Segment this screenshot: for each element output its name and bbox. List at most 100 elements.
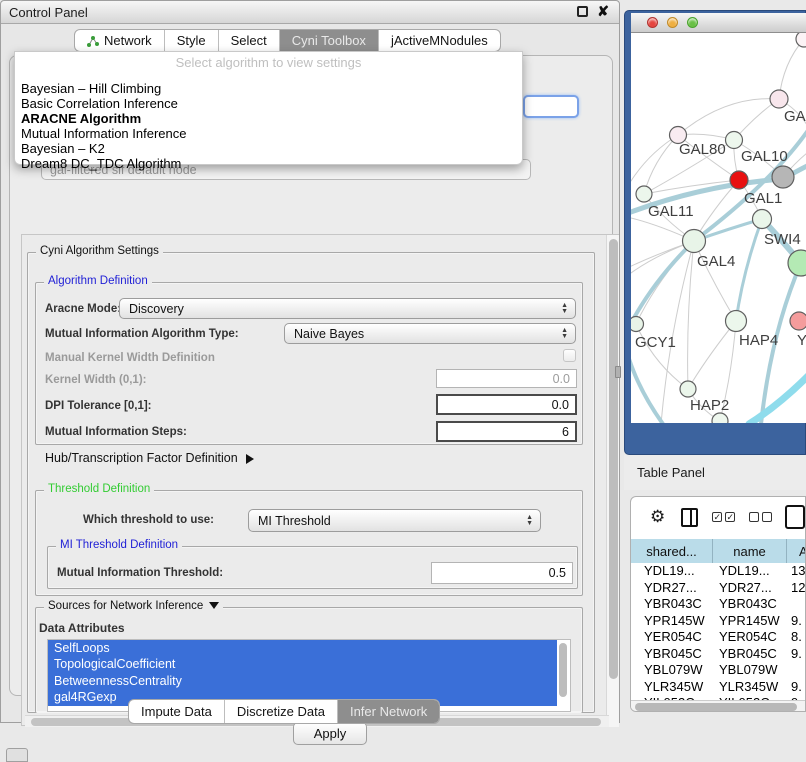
dropdown-item[interactable]: Basic Correlation Inference (15, 96, 522, 111)
network-edge[interactable] (631, 345, 663, 423)
split-columns-icon[interactable] (681, 508, 698, 527)
stepper-arrows-icon: ▲▼ (561, 303, 568, 314)
network-edge[interactable] (749, 375, 806, 423)
zoom-traffic-light-icon[interactable] (687, 17, 698, 28)
table-row[interactable]: YDL19...YDL19...13 (631, 563, 806, 580)
panel-splitter-handle[interactable] (615, 366, 621, 378)
dropdown-item[interactable]: ARACNE Algorithm (15, 111, 522, 126)
mi-algorithm-type-select[interactable]: Naive Bayes ▲▼ (284, 323, 576, 344)
dropdown-item[interactable]: Bayesian – Hill Climbing (15, 81, 522, 96)
network-node-gal4[interactable] (683, 230, 706, 253)
mi-steps-field[interactable]: 6 (436, 421, 577, 442)
list-scrollbar-thumb[interactable] (559, 643, 567, 697)
kernel-width-field[interactable]: 0.0 (436, 369, 577, 388)
table-cell: YBL079W (713, 662, 787, 679)
close-icon[interactable]: ✘ (597, 3, 609, 20)
gear-icon[interactable]: ⚙ (650, 507, 665, 527)
network-node[interactable] (712, 413, 728, 423)
table-cell: YBR043C (713, 596, 787, 613)
manual-kernel-width-checkbox[interactable] (563, 349, 576, 362)
table-row[interactable]: YBR045CYBR045C9. (631, 646, 806, 663)
table-row[interactable]: YBR043CYBR043C (631, 596, 806, 613)
network-node[interactable] (772, 166, 794, 188)
control-panel-titlebar[interactable]: Control Panel ✘ (1, 1, 619, 24)
deselect-all-checkboxes-icon[interactable] (749, 512, 772, 522)
network-node[interactable] (796, 33, 806, 47)
table-cell: YBR045C (713, 646, 787, 663)
table-horizontal-scrollbar[interactable] (631, 700, 806, 712)
table-header-row: shared...nameA (631, 539, 806, 563)
aracne-mode-select[interactable]: Discovery ▲▼ (119, 298, 576, 319)
app-root: { "colors": { "selection_blue": "#3a6fd8… (0, 0, 806, 762)
table-panel-title: Table Panel (624, 465, 705, 480)
dpi-tolerance-field[interactable]: 0.0 (436, 394, 577, 415)
table-row[interactable]: YER054CYER054C8. (631, 629, 806, 646)
network-window-titlebar[interactable] (631, 13, 806, 33)
network-node-gal[interactable] (770, 90, 788, 108)
tab-discretize-data[interactable]: Discretize Data (225, 700, 338, 723)
select-all-checkboxes-icon[interactable]: ✓✓ (712, 512, 735, 522)
tab-select[interactable]: Select (219, 30, 280, 51)
network-node-gal1[interactable] (730, 171, 748, 189)
tab-infer-network[interactable]: Infer Network (338, 700, 439, 723)
network-edge[interactable] (736, 219, 762, 321)
network-edge[interactable] (779, 39, 804, 99)
network-node-hap4[interactable] (726, 311, 747, 332)
apply-button[interactable]: Apply (293, 722, 367, 745)
dropdown-item[interactable]: Bayesian – K2 (15, 141, 522, 156)
node-label: GAL10 (741, 148, 788, 165)
table-row[interactable]: YLR345WYLR345W9. (631, 679, 806, 696)
network-node-y[interactable] (790, 312, 806, 330)
tab-jactivemnodules[interactable]: jActiveMNodules (379, 30, 500, 51)
data-attribute-item[interactable]: TopologicalCoefficient (48, 656, 557, 672)
table-row[interactable]: YDR27...YDR27...12 (631, 580, 806, 597)
network-edge[interactable] (678, 99, 779, 135)
control-panel-title: Control Panel (1, 5, 88, 20)
column-header-A[interactable]: A (787, 539, 806, 563)
network-node-swi4[interactable] (753, 210, 772, 229)
network-canvas[interactable]: GALGAL80GAL10GAL1GAL11SWI4GAL4GCY1HAP4YH… (631, 33, 806, 423)
scrollbar-thumb[interactable] (609, 239, 618, 679)
network-node-gcy1[interactable] (631, 317, 644, 332)
table-cell: YBR045C (631, 646, 713, 663)
new-table-icon[interactable] (785, 505, 805, 529)
minimized-panel-icon[interactable] (6, 748, 28, 762)
node-label: GCY1 (635, 334, 676, 351)
network-node-gal11[interactable] (636, 186, 652, 202)
network-view-window[interactable]: GALGAL80GAL10GAL1GAL11SWI4GAL4GCY1HAP4YH… (624, 10, 806, 455)
column-header-name[interactable]: name (713, 539, 787, 563)
algorithm-dropdown: Select algorithm to view settings Bayesi… (14, 51, 523, 165)
dropdown-item[interactable]: Mutual Information Inference (15, 126, 522, 141)
table-row[interactable]: YBL079WYBL079W (631, 662, 806, 679)
hub-factor-section-toggle[interactable]: Hub/Transcription Factor Definition (45, 451, 254, 465)
tab-network[interactable]: Network (75, 30, 165, 51)
stepper-arrows-icon: ▲▼ (561, 328, 568, 339)
node-label: SWI4 (764, 231, 801, 248)
node-label: Y (797, 332, 806, 349)
tab-impute-data[interactable]: Impute Data (129, 700, 225, 723)
which-threshold-select[interactable]: MI Threshold ▲▼ (248, 509, 541, 532)
mi-threshold-label: Mutual Information Threshold: (57, 567, 223, 579)
tab-cyni-toolbox[interactable]: Cyni Toolbox (280, 30, 379, 51)
inference-algorithm-combo-edge[interactable] (523, 95, 579, 118)
dropdown-item[interactable]: Dream8 DC_TDC Algorithm (15, 156, 522, 171)
table-cell: 9. (787, 613, 806, 630)
network-edge[interactable] (644, 135, 678, 194)
close-traffic-light-icon[interactable] (647, 17, 658, 28)
minimize-traffic-light-icon[interactable] (667, 17, 678, 28)
float-window-icon[interactable] (577, 6, 588, 17)
network-node-gal10[interactable] (726, 132, 743, 149)
tab-style[interactable]: Style (165, 30, 219, 51)
data-attribute-item[interactable]: SelfLoops (48, 640, 557, 656)
network-node-hap2[interactable] (680, 381, 696, 397)
scrollbar-thumb[interactable] (635, 703, 797, 711)
node-label: GAL (784, 108, 806, 125)
data-attribute-item[interactable]: BetweennessCentrality (48, 673, 557, 689)
settings-scrollpane: Cyni Algorithm Settings Algorithm Defini… (21, 234, 619, 726)
network-edge[interactable] (631, 135, 678, 181)
mi-threshold-field[interactable]: 0.5 (431, 562, 573, 584)
settings-vertical-scrollbar[interactable] (606, 235, 619, 727)
sources-title[interactable]: Sources for Network Inference (44, 600, 223, 612)
column-header-shared...[interactable]: shared... (631, 539, 713, 563)
table-row[interactable]: YPR145WYPR145W9. (631, 613, 806, 630)
